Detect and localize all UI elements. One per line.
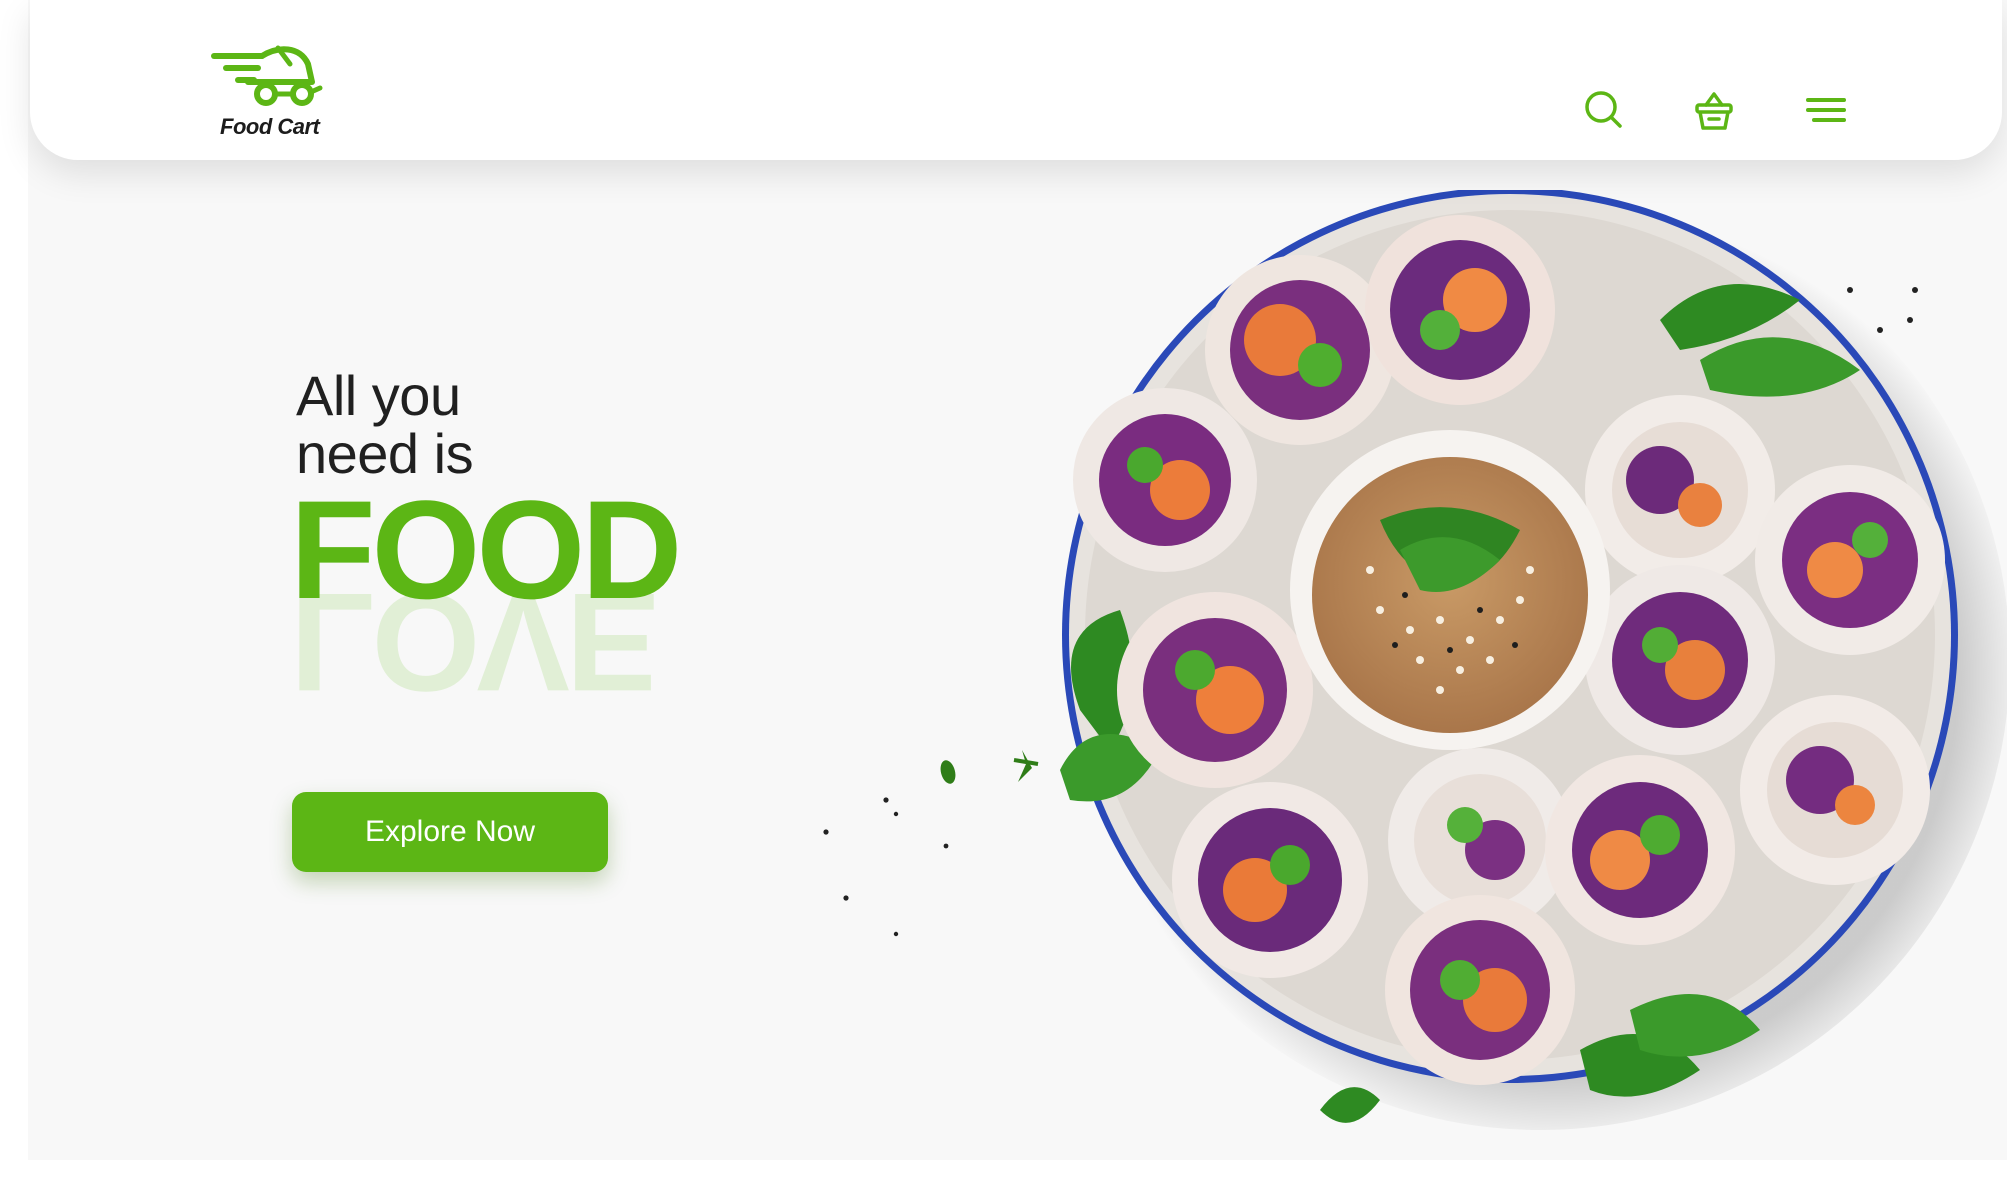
brand-logo[interactable]: Food Cart: [208, 42, 328, 147]
explore-now-button[interactable]: Explore Now: [292, 792, 608, 872]
hero-line-1: All you: [296, 364, 461, 427]
menu-icon[interactable]: [1804, 88, 1848, 132]
top-header: Food Cart: [30, 0, 2002, 160]
spring-rolls-plate-image: [1020, 190, 2007, 1181]
hero-highlight-word: FOOD: [290, 471, 682, 628]
landing-page: Food Cart All you need is FOOD LOVE Expl…: [0, 0, 2007, 1181]
food-cart-logo-icon: [211, 45, 323, 106]
brand-name: Food Cart: [220, 114, 320, 139]
basket-icon[interactable]: [1692, 88, 1736, 132]
search-icon[interactable]: [1582, 88, 1626, 132]
page-left-margin: [0, 0, 28, 1181]
spring-roll: [1205, 255, 1395, 445]
